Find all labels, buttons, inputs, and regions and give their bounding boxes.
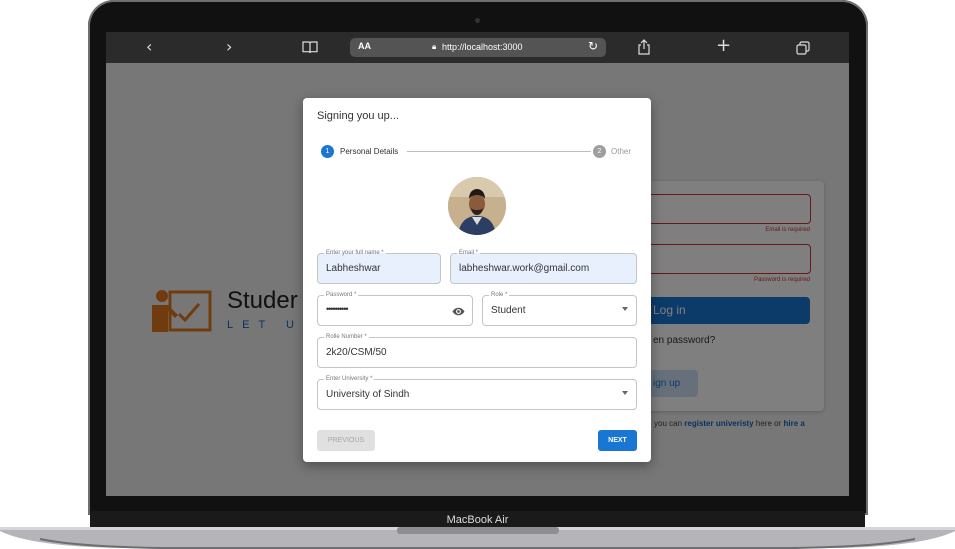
device-label: MacBook Air bbox=[446, 514, 509, 526]
laptop-base bbox=[0, 527, 955, 549]
laptop-bezel-outline bbox=[88, 0, 868, 515]
